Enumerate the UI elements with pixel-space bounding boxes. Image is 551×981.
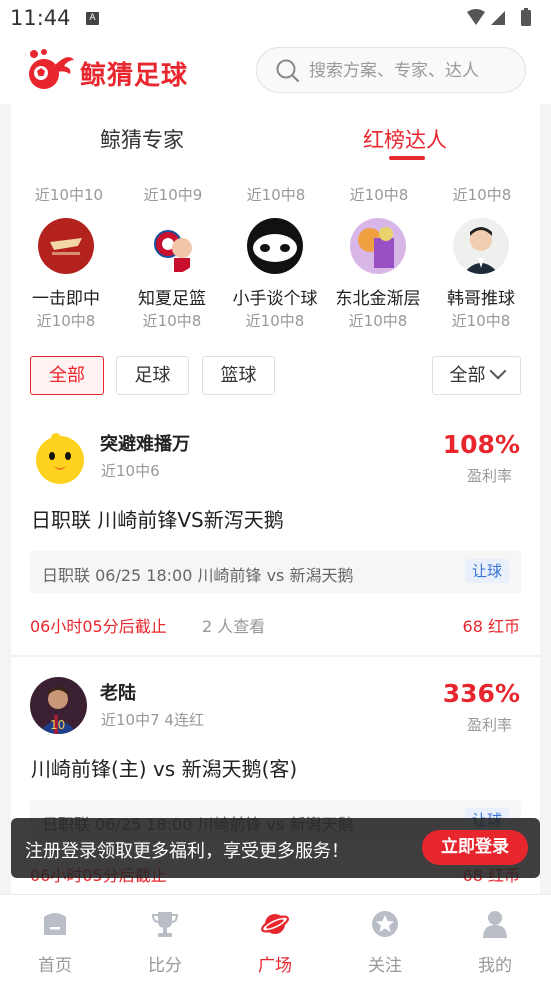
expert-grid: 近10中10 近10中9 近10中8 近10中8 近10中8 一击即中 近10中… [11, 144, 540, 344]
main-content: 近10中10 近10中9 近10中8 近10中8 近10中8 一击即中 近10中… [11, 104, 540, 894]
expert-item[interactable]: 东北金渐层 近10中8 [326, 218, 430, 331]
app-header: 鲸猜足球 [0, 36, 551, 104]
home-icon [44, 913, 66, 935]
expert-item[interactable]: 小手谈个球 近10中8 [223, 218, 327, 331]
nav-label: 广场 [258, 956, 292, 976]
expert-record: 近10中10 [34, 186, 104, 204]
filter-dropdown[interactable]: 全部 [432, 356, 521, 395]
author-record: 近10中6 [101, 462, 160, 480]
tab-red-list[interactable]: 红榜达人 [363, 124, 447, 154]
expert-item[interactable]: 一击即中 近10中8 [14, 218, 118, 331]
expert-record: 近10中8 [245, 312, 305, 330]
author-name: 突避难播万 [100, 434, 190, 455]
svg-text:10: 10 [50, 718, 65, 732]
tab-jingcai-experts[interactable]: 鲸猜专家 [100, 124, 184, 154]
nav-label: 我的 [478, 956, 512, 976]
expert-name: 东北金渐层 [335, 289, 421, 309]
filter-all[interactable]: 全部 [30, 356, 104, 395]
star-icon [372, 911, 398, 937]
match-info: 日职联 06/25 18:00 川崎前锋 vs 新潟天鹅 让球 [30, 551, 521, 593]
expert-name: 一击即中 [32, 289, 100, 309]
nav-follow[interactable]: 关注 [330, 909, 440, 976]
filter-bar: 全部 足球 篮球 全部 [11, 356, 540, 398]
system-status-icons [467, 8, 531, 26]
filter-football[interactable]: 足球 [116, 356, 189, 395]
post-card[interactable]: 突避难播万 近10中6 108% 盈利率 日职联 川崎前锋VS新泻天鹅 日职联 … [11, 408, 540, 654]
whale-logo-icon [29, 49, 74, 89]
status-bar: 11:44 A [0, 0, 551, 36]
profit-rate: 108% [442, 430, 520, 459]
app-name: 鲸猜足球 [80, 61, 189, 91]
nav-square[interactable]: 广场 [220, 909, 330, 976]
expert-record: 近10中8 [452, 186, 512, 204]
avatar [30, 428, 87, 485]
planet-icon [261, 914, 289, 934]
chevron-down-icon [489, 362, 506, 380]
notification-icon: A [86, 12, 99, 25]
post-title: 川崎前锋(主) vs 新潟天鹅(客) [31, 757, 298, 781]
expert-name: 知夏足篮 [138, 289, 206, 309]
expert-record: 近10中8 [451, 312, 511, 330]
filter-dropdown-label: 全部 [449, 365, 486, 386]
nav-label: 首页 [38, 956, 72, 976]
gesture-bar [0, 975, 551, 981]
expert-record: 近10中8 [36, 312, 96, 330]
nav-score[interactable]: 比分 [110, 909, 220, 976]
profit-rate: 336% [442, 679, 520, 708]
post-price: 68 红币 [462, 617, 520, 636]
nav-label: 比分 [148, 956, 182, 976]
expert-record: 近10中9 [143, 186, 203, 204]
login-now-button[interactable]: 立即登录 [422, 830, 528, 865]
match-text: 日职联 06/25 18:00 川崎前锋 vs 新潟天鹅 [42, 566, 354, 585]
expert-item[interactable]: 韩哥推球 近10中8 [429, 218, 533, 331]
expert-record: 近10中8 [348, 312, 408, 330]
filter-basketball[interactable]: 篮球 [202, 356, 275, 395]
avatar [247, 218, 303, 274]
user-icon [483, 911, 507, 938]
active-tab-indicator [389, 156, 425, 160]
app-logo[interactable]: 鲸猜足球 [24, 46, 210, 94]
avatar: 10 [30, 677, 87, 734]
status-time: 11:44 [10, 6, 71, 30]
avatar [144, 218, 200, 274]
post-title: 日职联 川崎前锋VS新泻天鹅 [31, 508, 284, 532]
trophy-icon [151, 912, 179, 937]
author-name: 老陆 [100, 683, 136, 704]
avatar [38, 218, 94, 274]
nav-home[interactable]: 首页 [0, 909, 110, 976]
expert-item[interactable]: 知夏足篮 近10中8 [120, 218, 224, 331]
nav-label: 关注 [368, 956, 402, 976]
tab-bar: 鲸猜专家 红榜达人 [11, 104, 540, 166]
profit-rate-label: 盈利率 [466, 716, 512, 734]
nav-mine[interactable]: 我的 [440, 909, 550, 976]
login-banner-text: 注册登录领取更多福利，享受更多服务！ [25, 841, 349, 862]
expert-name: 小手谈个球 [232, 289, 318, 309]
expert-name: 韩哥推球 [447, 289, 515, 309]
expert-record: 近10中8 [246, 186, 306, 204]
view-count: 2 人查看 [202, 617, 266, 636]
login-banner: 注册登录领取更多福利，享受更多服务！ 立即登录 [11, 818, 540, 878]
profit-rate-label: 盈利率 [466, 467, 512, 485]
search-bar[interactable] [256, 47, 526, 93]
expert-record: 近10中8 [142, 312, 202, 330]
deadline-text: 06小时05分后截止 [30, 617, 167, 636]
bottom-nav: 首页 比分 广场 关注 我的 [0, 894, 551, 981]
avatar [350, 218, 406, 274]
avatar [453, 218, 509, 274]
author-record: 近10中7 4连红 [101, 711, 204, 729]
bet-type-tag: 让球 [464, 559, 509, 583]
search-input[interactable] [309, 58, 514, 84]
search-icon [276, 59, 300, 83]
expert-record: 近10中8 [349, 186, 409, 204]
